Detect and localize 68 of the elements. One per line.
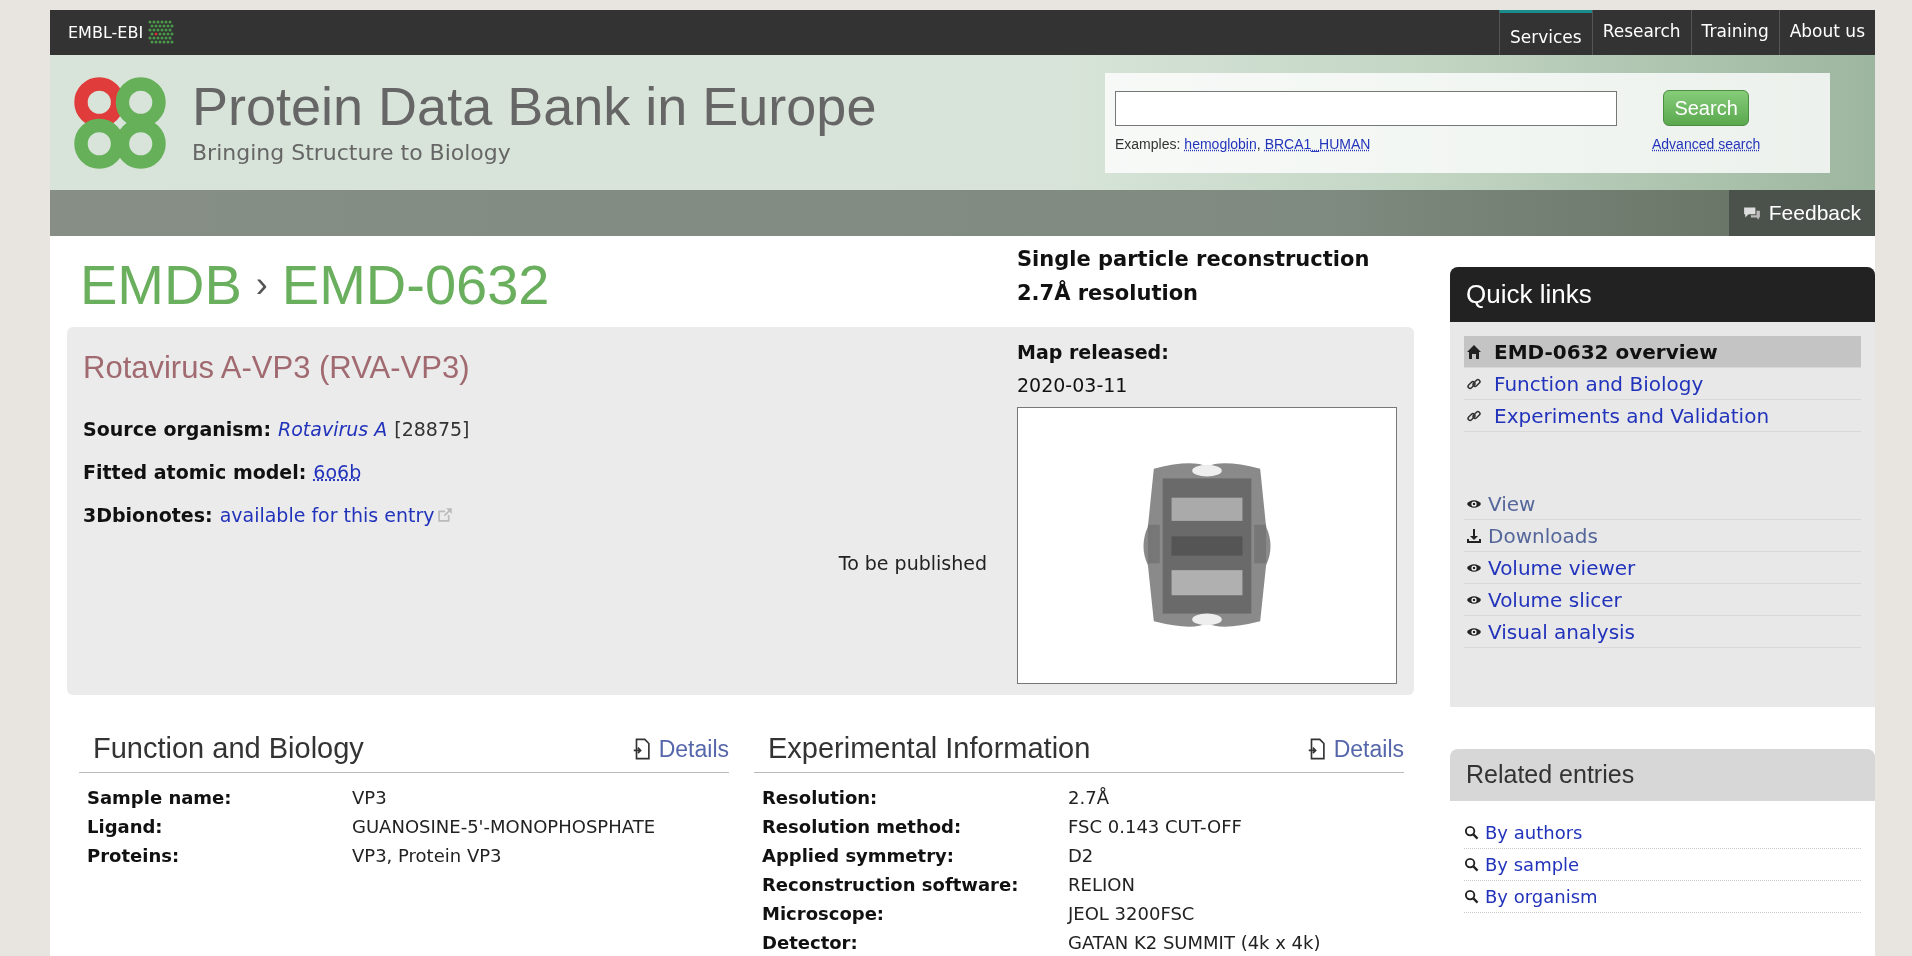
row-value: 2.7Å bbox=[1068, 785, 1109, 810]
comma-text: , bbox=[1256, 134, 1261, 154]
download-icon bbox=[1466, 527, 1482, 544]
field-link[interactable]: available for this entry bbox=[219, 500, 435, 530]
home-icon bbox=[1466, 343, 1482, 360]
section-title: Experimental Information bbox=[767, 731, 1091, 766]
related-link[interactable]: By sample bbox=[1464, 849, 1861, 881]
row-value: FSC 0.143 CUT-OFF bbox=[1068, 814, 1242, 839]
advanced-search-link[interactable]: Advanced search bbox=[1652, 134, 1761, 155]
related-link[interactable]: By organism bbox=[1464, 881, 1861, 913]
page-title: EMD-0632 bbox=[281, 251, 550, 318]
field-text: [28875] bbox=[394, 416, 470, 442]
row-value: GUANOSINE-5'-MONOPHOSPHATE bbox=[352, 814, 656, 839]
row-label: Sample name: bbox=[87, 785, 233, 810]
brand-text: EMBL-EBI bbox=[68, 21, 144, 44]
field-link[interactable]: 6o6b bbox=[313, 457, 362, 487]
publication-status: To be published bbox=[838, 550, 987, 576]
field-label: 3Dbionotes: bbox=[83, 502, 213, 528]
field-link[interactable]: Rotavirus A bbox=[278, 414, 388, 444]
panel-title: Quick links bbox=[1450, 267, 1875, 322]
row-value: RELION bbox=[1068, 872, 1135, 897]
details-link[interactable]: Details bbox=[1305, 732, 1404, 767]
row-label: Resolution method: bbox=[762, 814, 963, 839]
panel-title: Related entries bbox=[1450, 749, 1875, 801]
row-value: VP3, Protein VP3 bbox=[352, 843, 502, 868]
example-link[interactable]: BRCA1_HUMAN bbox=[1264, 133, 1371, 155]
example-link[interactable]: hemoglobin bbox=[1184, 133, 1257, 155]
quick-link[interactable]: Function and Biology bbox=[1464, 368, 1861, 400]
row-value: JEOL 3200FSC bbox=[1068, 901, 1195, 926]
nav-link[interactable]: Services bbox=[1498, 10, 1592, 55]
row-label: Microscope: bbox=[762, 901, 886, 926]
speech-bubbles-icon bbox=[1742, 204, 1761, 222]
breadcrumb-separator: › bbox=[255, 262, 268, 307]
search-field[interactable] bbox=[1115, 90, 1617, 126]
row-value: VP3 bbox=[352, 785, 387, 810]
row-value: GATAN K2 SUMMIT (4k x 4k) bbox=[1068, 930, 1321, 955]
row-value: D2 bbox=[1068, 843, 1094, 868]
details-link[interactable]: Details bbox=[630, 732, 729, 767]
row-label: Proteins: bbox=[87, 843, 181, 868]
row-label: Applied symmetry: bbox=[762, 843, 955, 868]
quick-link[interactable]: EMD-0632 overview bbox=[1464, 336, 1861, 368]
external-link-icon bbox=[435, 506, 454, 524]
row-label: Reconstruction software: bbox=[762, 872, 1020, 897]
field-label: Fitted atomic model: bbox=[83, 459, 307, 485]
tool-link[interactable]: Volume slicer bbox=[1464, 584, 1861, 616]
quick-link[interactable]: Experiments and Validation bbox=[1464, 400, 1861, 432]
search-icon bbox=[1464, 825, 1479, 840]
map-label: Map released: bbox=[1017, 340, 1170, 365]
site-subtitle: Bringing Structure to Biology bbox=[192, 139, 512, 167]
row-label: Ligand: bbox=[87, 814, 164, 839]
method-text: Single particle reconstruction bbox=[1017, 246, 1370, 273]
search-icon bbox=[1464, 889, 1479, 904]
map-date: 2020-03-11 bbox=[1017, 372, 1129, 398]
feedback-button[interactable]: Feedback bbox=[1728, 190, 1875, 236]
tool-link[interactable]: Visual analysis bbox=[1464, 616, 1861, 648]
row-label: Resolution: bbox=[762, 785, 879, 810]
method-text: 2.7Å resolution bbox=[1017, 279, 1200, 307]
related-link[interactable]: By authors bbox=[1464, 817, 1861, 849]
tool-link[interactable]: View bbox=[1464, 488, 1861, 520]
row-label: Detector: bbox=[762, 930, 859, 955]
search-icon bbox=[1464, 857, 1479, 872]
tool-link[interactable]: Volume viewer bbox=[1464, 552, 1861, 584]
examples-label: Examples: bbox=[1115, 134, 1181, 154]
site-title: Protein Data Bank in Europe bbox=[192, 76, 877, 136]
field-label: Source organism: bbox=[83, 416, 271, 442]
tool-link[interactable]: Downloads bbox=[1464, 520, 1861, 552]
section-title: Function and Biology bbox=[92, 731, 364, 766]
entry-title: Rotavirus A-VP3 (RVA-VP3) bbox=[83, 349, 471, 387]
